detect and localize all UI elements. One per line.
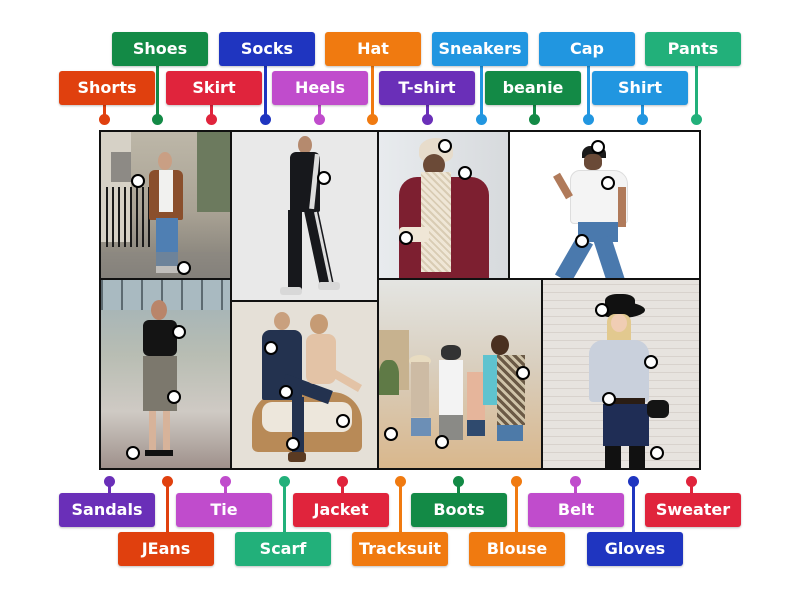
photo-woman-blouse-skirt (99, 278, 232, 470)
draggable-label-heels[interactable]: Heels (272, 71, 368, 105)
label-pin-dot (220, 476, 231, 487)
hotspot[interactable] (595, 303, 609, 317)
hotspot[interactable] (172, 325, 186, 339)
draggable-label-shirt[interactable]: Shirt (592, 71, 688, 105)
label-pin-dot (260, 114, 271, 125)
draggable-label-tie[interactable]: Tie (176, 493, 272, 527)
hotspot[interactable] (575, 234, 589, 248)
label-pin-dot (422, 114, 433, 125)
label-pin-dot (337, 476, 348, 487)
label-pin-dot (162, 476, 173, 487)
draggable-label-tracksuit[interactable]: Tracksuit (352, 532, 448, 566)
photo-man-leather-jacket (99, 130, 232, 280)
label-pin-dot (570, 476, 581, 487)
draggable-label-jacket[interactable]: Jacket (293, 493, 389, 527)
hotspot[interactable] (177, 261, 191, 275)
label-connector-line (695, 66, 698, 119)
photo-man-cap-tshirt (508, 130, 701, 302)
label-pin-dot (628, 476, 639, 487)
draggable-label-cap[interactable]: Cap (539, 32, 635, 66)
draggable-label-socks[interactable]: Socks (219, 32, 315, 66)
label-pin-dot (453, 476, 464, 487)
label-connector-line (166, 481, 169, 532)
label-connector-line (515, 481, 518, 532)
label-connector-line (399, 481, 402, 532)
hotspot[interactable] (650, 446, 664, 460)
hotspot[interactable] (279, 385, 293, 399)
photo-couple-suit (230, 300, 379, 470)
photo-man-tracksuit (230, 130, 379, 302)
label-connector-line (264, 66, 267, 119)
label-pin-dot (529, 114, 540, 125)
photo-collage (99, 130, 701, 470)
hotspot[interactable] (435, 435, 449, 449)
label-pin-dot (691, 114, 702, 125)
draggable-label-scarf[interactable]: Scarf (235, 532, 331, 566)
hotspot[interactable] (264, 341, 278, 355)
label-pin-dot (686, 476, 697, 487)
label-connector-line (371, 66, 374, 119)
draggable-label-beanie[interactable]: beanie (485, 71, 581, 105)
draggable-label-t-shirt[interactable]: T-shirt (379, 71, 475, 105)
label-pin-dot (99, 114, 110, 125)
hotspot[interactable] (591, 140, 605, 154)
hotspot[interactable] (644, 355, 658, 369)
draggable-label-shoes[interactable]: Shoes (112, 32, 208, 66)
hotspot[interactable] (286, 437, 300, 451)
label-connector-line (480, 66, 483, 119)
label-connector-line (283, 481, 286, 532)
label-pin-dot (104, 476, 115, 487)
draggable-label-jeans[interactable]: JEans (118, 532, 214, 566)
hotspot[interactable] (601, 176, 615, 190)
label-pin-dot (637, 114, 648, 125)
label-connector-line (632, 481, 635, 532)
draggable-label-hat[interactable]: Hat (325, 32, 421, 66)
label-connector-line (156, 66, 159, 119)
draggable-label-blouse[interactable]: Blouse (469, 532, 565, 566)
label-pin-dot (279, 476, 290, 487)
draggable-label-skirt[interactable]: Skirt (166, 71, 262, 105)
draggable-label-sneakers[interactable]: Sneakers (432, 32, 528, 66)
label-pin-dot (314, 114, 325, 125)
draggable-label-sweater[interactable]: Sweater (645, 493, 741, 527)
draggable-label-belt[interactable]: Belt (528, 493, 624, 527)
hotspot[interactable] (167, 390, 181, 404)
hotspot[interactable] (126, 446, 140, 460)
hotspot[interactable] (384, 427, 398, 441)
label-connector-line (587, 66, 590, 119)
label-pin-dot (395, 476, 406, 487)
draggable-label-gloves[interactable]: Gloves (587, 532, 683, 566)
draggable-label-sandals[interactable]: Sandals (59, 493, 155, 527)
label-pin-dot (511, 476, 522, 487)
hotspot[interactable] (458, 166, 472, 180)
hotspot[interactable] (399, 231, 413, 245)
hotspot[interactable] (131, 174, 145, 188)
label-pin-dot (206, 114, 217, 125)
hotspot[interactable] (438, 139, 452, 153)
hotspot[interactable] (516, 366, 530, 380)
hotspot[interactable] (336, 414, 350, 428)
label-pin-dot (152, 114, 163, 125)
photo-woman-hat-sweater (541, 278, 701, 470)
hotspot[interactable] (317, 171, 331, 185)
label-pin-dot (476, 114, 487, 125)
hotspot[interactable] (602, 392, 616, 406)
label-pin-dot (367, 114, 378, 125)
draggable-label-pants[interactable]: Pants (645, 32, 741, 66)
label-pin-dot (583, 114, 594, 125)
draggable-label-boots[interactable]: Boots (411, 493, 507, 527)
draggable-label-shorts[interactable]: Shorts (59, 71, 155, 105)
